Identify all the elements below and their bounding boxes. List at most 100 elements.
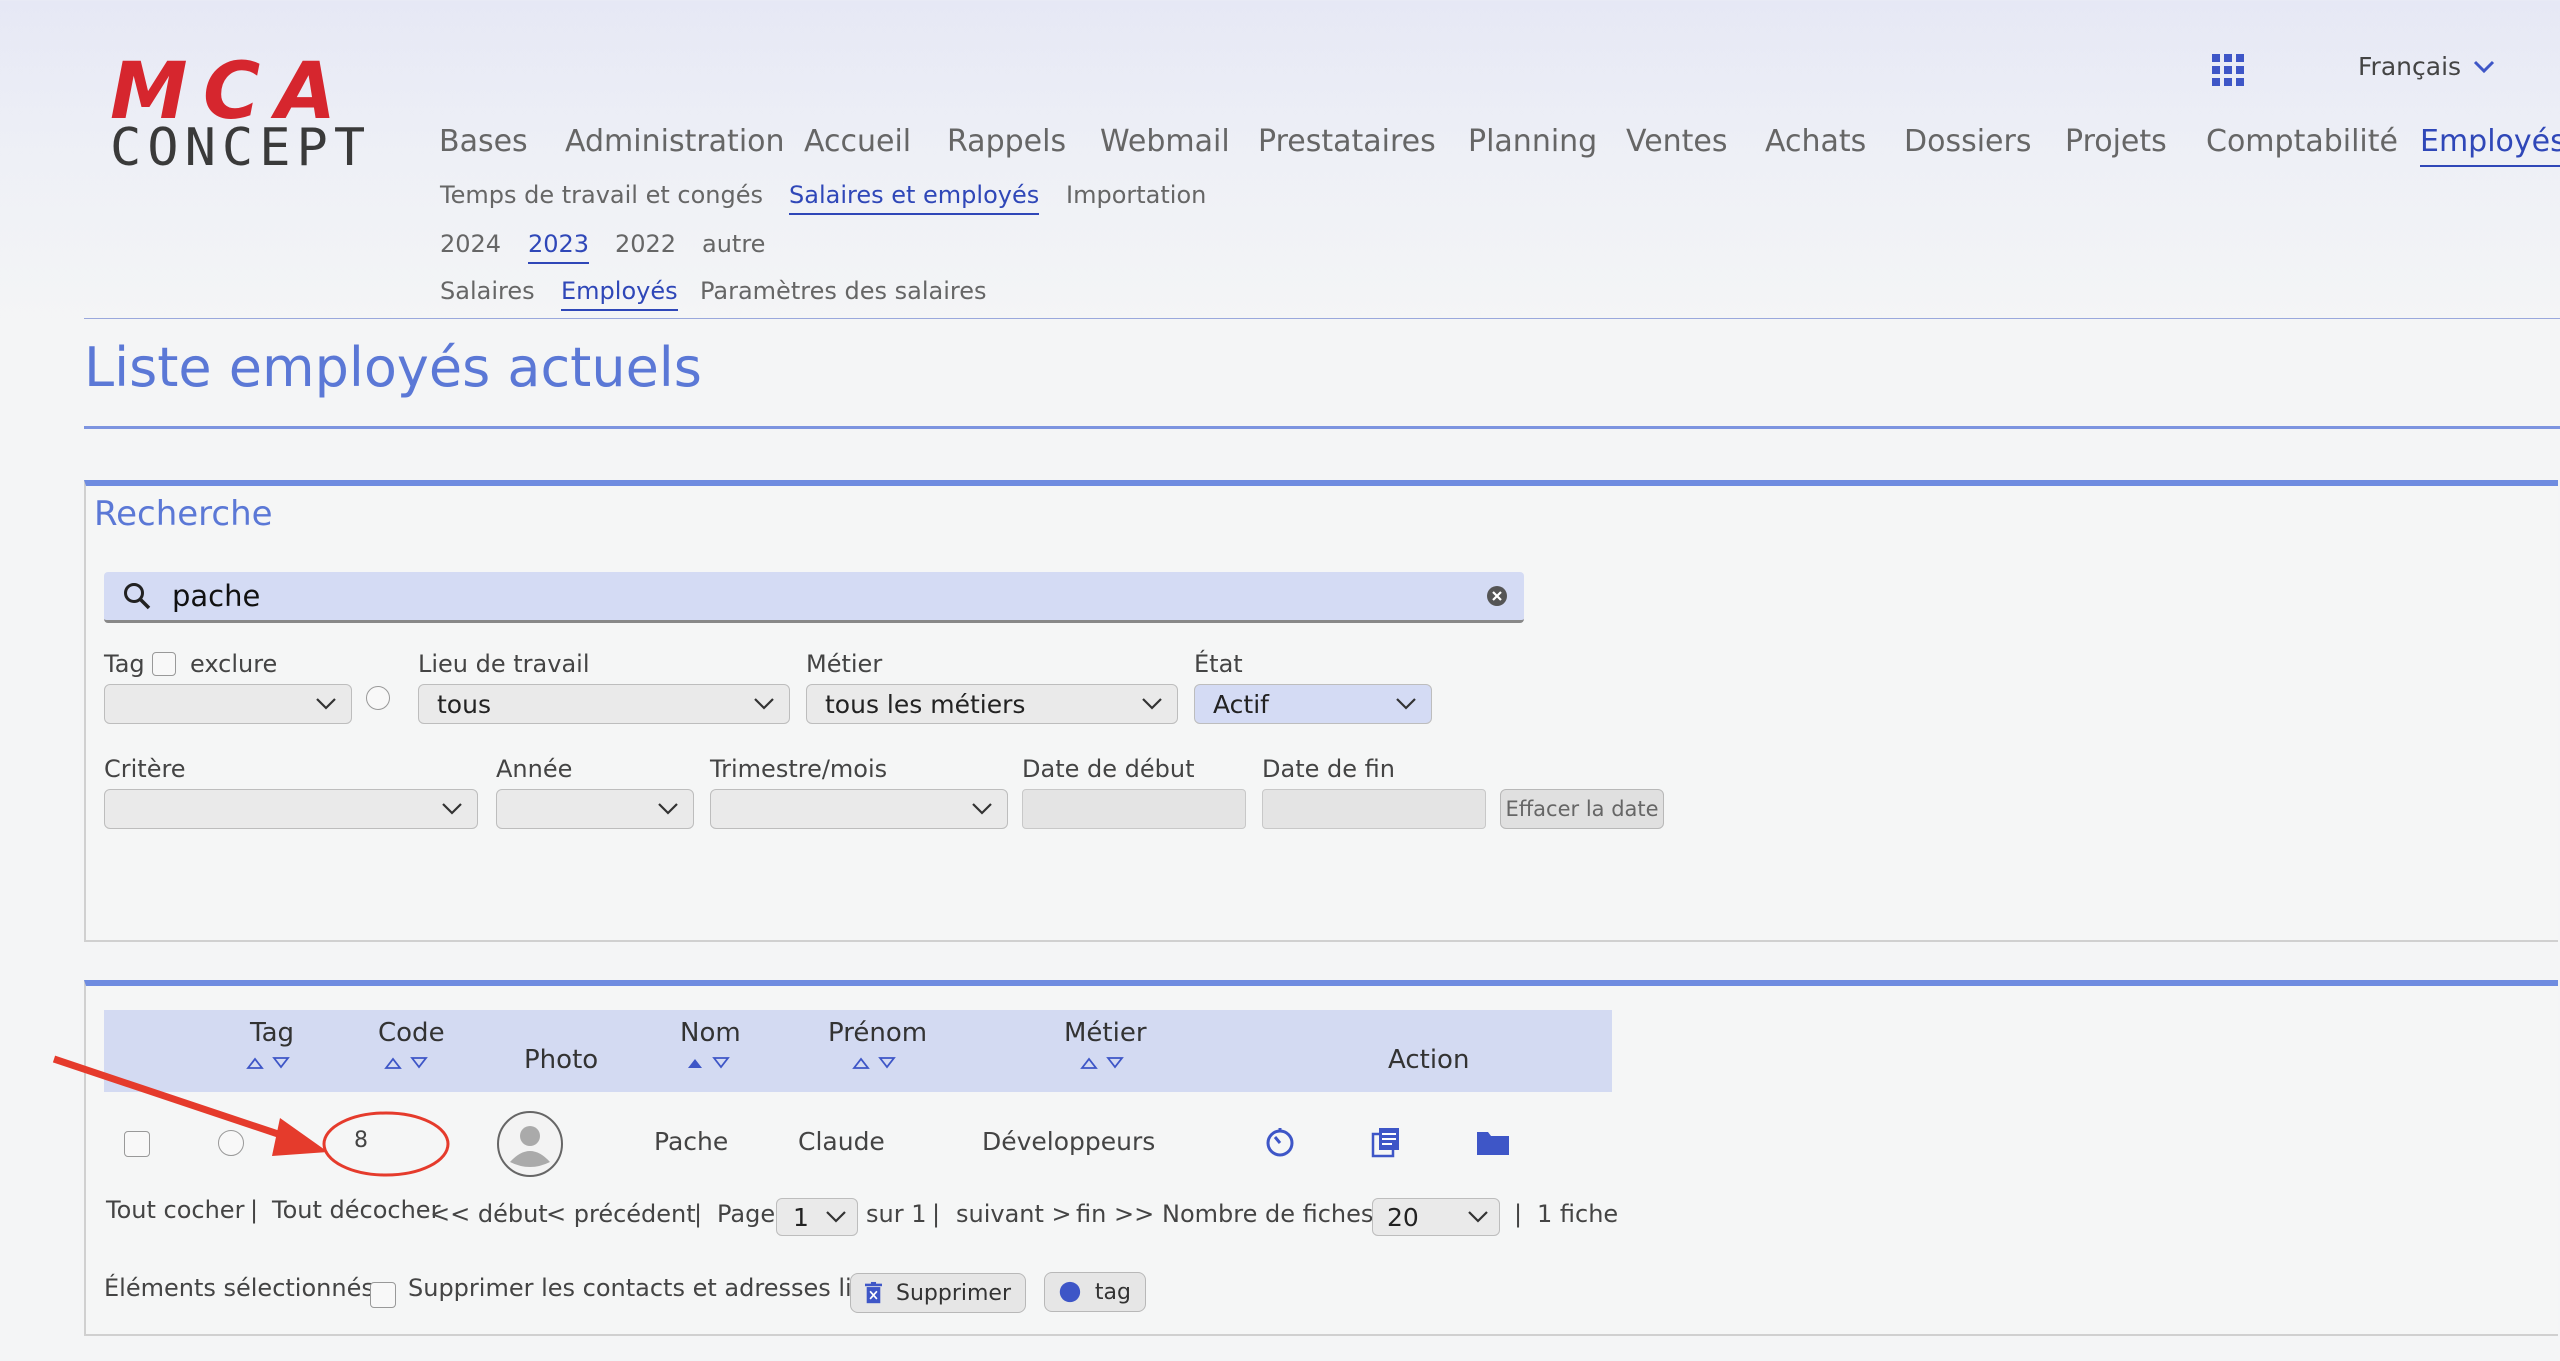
- search-input[interactable]: pache: [104, 572, 1524, 623]
- search-icon: [124, 583, 151, 610]
- section-employes[interactable]: Employés: [561, 277, 678, 311]
- col-action: Action: [1388, 1045, 1470, 1075]
- nav-prestataires[interactable]: Prestataires: [1258, 124, 1436, 159]
- col-nom[interactable]: Nom: [680, 1018, 741, 1048]
- exclude-label: exclure: [190, 650, 278, 678]
- quarter-select[interactable]: [710, 789, 1008, 829]
- job-value: tous les métiers: [825, 689, 1026, 719]
- prev-page-link[interactable]: < précédent: [546, 1200, 696, 1228]
- year-2023[interactable]: 2023: [528, 230, 590, 264]
- row-nom[interactable]: Pache: [654, 1127, 728, 1156]
- check-all-link[interactable]: Tout cocher: [106, 1196, 244, 1224]
- sort-asc-icon[interactable]: [1080, 1056, 1098, 1070]
- subnav-importation[interactable]: Importation: [1066, 181, 1206, 209]
- sort-nom[interactable]: [686, 1056, 730, 1070]
- clear-search-icon[interactable]: [1486, 585, 1508, 607]
- nav-projets[interactable]: Projets: [2065, 124, 2167, 159]
- delete-linked-label: Supprimer les contacts et adresses liés: [408, 1274, 879, 1302]
- workplace-select[interactable]: tous: [418, 684, 790, 724]
- chevron-down-icon: [1468, 1211, 1488, 1223]
- chevron-down-icon: [658, 803, 678, 815]
- end-date-input[interactable]: [1262, 789, 1486, 829]
- year-select[interactable]: [496, 789, 694, 829]
- chevron-down-icon: [754, 698, 774, 710]
- page-select[interactable]: 1: [776, 1198, 858, 1236]
- nav-administration[interactable]: Administration: [565, 124, 785, 159]
- apps-grid-icon[interactable]: [2212, 54, 2244, 86]
- nav-employes[interactable]: Employés: [2420, 124, 2560, 167]
- quarter-label: Trimestre/mois: [710, 755, 888, 783]
- col-metier[interactable]: Métier: [1064, 1018, 1147, 1048]
- last-page-link[interactable]: fin >>: [1076, 1200, 1154, 1228]
- timer-icon[interactable]: [1264, 1126, 1296, 1158]
- sort-metier[interactable]: [1080, 1056, 1124, 1070]
- nav-webmail[interactable]: Webmail: [1100, 124, 1230, 159]
- section-parametres[interactable]: Paramètres des salaires: [700, 277, 986, 305]
- subnav-temps-travail[interactable]: Temps de travail et congés: [440, 181, 763, 209]
- language-selector[interactable]: Français: [2358, 52, 2495, 81]
- page-label: Page: [717, 1200, 776, 1228]
- delete-linked-checkbox[interactable]: [370, 1282, 396, 1308]
- section-salaires[interactable]: Salaires: [440, 277, 535, 305]
- record-count: 1 fiche: [1537, 1200, 1619, 1228]
- chevron-down-icon: [826, 1211, 846, 1223]
- criteria-select[interactable]: [104, 789, 478, 829]
- job-select[interactable]: tous les métiers: [806, 684, 1178, 724]
- subnav-salaires-employes[interactable]: Salaires et employés: [789, 181, 1040, 215]
- state-select[interactable]: Actif: [1194, 684, 1432, 724]
- nav-ventes[interactable]: Ventes: [1626, 124, 1728, 159]
- nav-planning[interactable]: Planning: [1468, 124, 1597, 159]
- selected-label: Éléments sélectionnés:: [104, 1274, 382, 1302]
- next-page-link[interactable]: suivant >: [956, 1200, 1072, 1228]
- search-panel-title: Recherche: [94, 494, 273, 534]
- document-list-icon[interactable]: [1370, 1126, 1402, 1158]
- folder-icon[interactable]: [1476, 1128, 1510, 1156]
- sort-prenom[interactable]: [852, 1056, 896, 1070]
- row-prenom[interactable]: Claude: [798, 1127, 885, 1156]
- clear-date-button[interactable]: Effacer la date: [1500, 789, 1664, 829]
- year-2022[interactable]: 2022: [615, 230, 676, 258]
- title-underline: [84, 426, 2560, 429]
- nav-comptabilite[interactable]: Comptabilité: [2206, 124, 2398, 159]
- company-logo: MCA: [110, 52, 336, 124]
- pagination-separator: |: [932, 1200, 941, 1228]
- chevron-down-icon: [2473, 60, 2495, 73]
- pagination-separator: |: [1514, 1200, 1523, 1228]
- first-page-link[interactable]: << début: [430, 1200, 548, 1228]
- year-2024[interactable]: 2024: [440, 230, 501, 258]
- nav-accueil[interactable]: Accueil: [804, 124, 911, 159]
- tag-button[interactable]: tag: [1044, 1272, 1146, 1312]
- nav-achats[interactable]: Achats: [1765, 124, 1866, 159]
- pagination-separator: |: [250, 1196, 259, 1224]
- header-divider: [84, 318, 2560, 319]
- start-date-label: Date de début: [1022, 755, 1195, 783]
- workplace-label: Lieu de travail: [418, 650, 590, 678]
- delete-button-label: Supprimer: [895, 1280, 1011, 1306]
- exclude-checkbox[interactable]: [152, 652, 176, 676]
- tag-radio[interactable]: [366, 686, 390, 710]
- delete-button[interactable]: Supprimer: [850, 1273, 1026, 1313]
- per-page-select[interactable]: 20: [1372, 1198, 1500, 1236]
- workplace-value: tous: [437, 689, 491, 719]
- avatar: [497, 1111, 563, 1177]
- logo-subtitle: CONCEPT: [110, 118, 372, 178]
- start-date-input[interactable]: [1022, 789, 1246, 829]
- criteria-label: Critère: [104, 755, 186, 783]
- nav-bases[interactable]: Bases: [439, 124, 528, 159]
- sort-desc-icon[interactable]: [878, 1056, 896, 1070]
- page-title: Liste employés actuels: [84, 336, 702, 399]
- nav-dossiers[interactable]: Dossiers: [1904, 124, 2031, 159]
- sort-asc-icon[interactable]: [852, 1056, 870, 1070]
- per-page-value: 20: [1387, 1202, 1419, 1232]
- row-metier[interactable]: Développeurs: [982, 1127, 1155, 1156]
- uncheck-all-link[interactable]: Tout décocher: [272, 1196, 440, 1224]
- sort-asc-active-icon[interactable]: [686, 1056, 704, 1070]
- job-label: Métier: [806, 650, 883, 678]
- tag-select[interactable]: [104, 684, 352, 724]
- year-autre[interactable]: autre: [702, 230, 765, 258]
- sort-desc-icon[interactable]: [712, 1056, 730, 1070]
- col-prenom[interactable]: Prénom: [828, 1018, 927, 1048]
- tag-circle-icon: [1059, 1281, 1081, 1303]
- nav-rappels[interactable]: Rappels: [947, 124, 1066, 159]
- sort-desc-icon[interactable]: [1106, 1056, 1124, 1070]
